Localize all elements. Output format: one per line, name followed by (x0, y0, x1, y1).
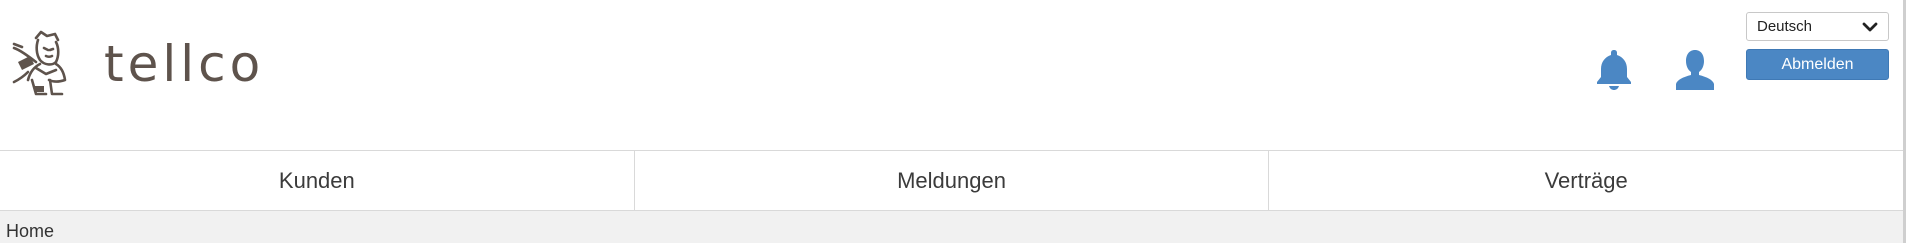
notifications-button[interactable] (1592, 46, 1636, 92)
nav-item-meldungen[interactable]: Meldungen (635, 151, 1270, 210)
main-nav: Kunden Meldungen Verträge (0, 150, 1903, 211)
bell-icon (1597, 50, 1631, 90)
logout-button[interactable]: Abmelden (1746, 49, 1889, 80)
logo[interactable]: tellco (10, 28, 264, 100)
header: tellco Deutsch Abmelden (0, 0, 1903, 150)
page: tellco Deutsch Abmelden Kunden Meldungen… (0, 0, 1906, 243)
logo-text: tellco (104, 35, 265, 93)
nav-item-kunden[interactable]: Kunden (0, 151, 635, 210)
nav-item-vertraege[interactable]: Verträge (1269, 151, 1903, 210)
breadcrumb: Home (0, 211, 1903, 243)
chevron-down-icon (1862, 22, 1878, 32)
language-select[interactable]: Deutsch (1746, 12, 1889, 41)
breadcrumb-home[interactable]: Home (6, 221, 54, 242)
user-icon (1676, 50, 1714, 90)
profile-button[interactable] (1673, 46, 1717, 92)
mascot-logo-icon (12, 30, 67, 96)
language-select-value: Deutsch (1757, 18, 1813, 35)
